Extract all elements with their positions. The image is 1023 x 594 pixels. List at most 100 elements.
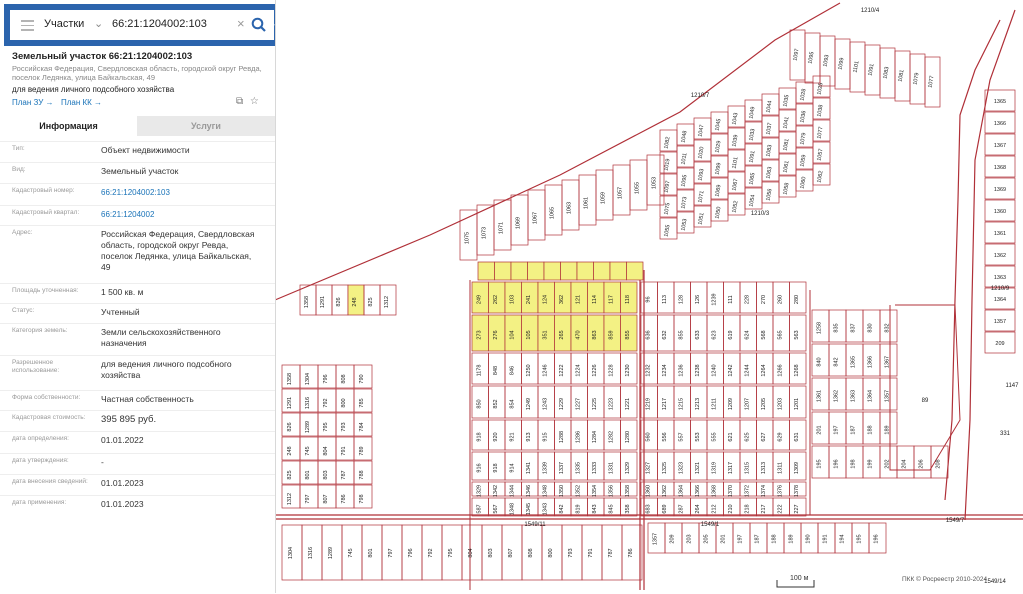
parcel-number-label: 1065 [550, 207, 556, 219]
parcel-number-label: 1213 [695, 398, 701, 410]
parcel-number-label: 1065 [748, 172, 756, 185]
parcel-number-label: 1101 [853, 60, 861, 73]
tab-services[interactable]: Услуги [137, 116, 275, 136]
parcel-number-label: 1073 [482, 227, 488, 239]
zoom-to-icon[interactable]: ⧉ [236, 96, 243, 107]
parcel-number-label: 801 [305, 470, 311, 479]
parcel-number-label: 1309 [794, 462, 800, 474]
collapse-panel-icon[interactable]: ‹ [274, 19, 275, 31]
parcel-number-label: 1221 [625, 398, 631, 410]
plan-zu-link[interactable]: План ЗУ → [12, 98, 54, 107]
parcel-number-label: 1366 [994, 121, 1006, 127]
scale-label: 100 м [790, 575, 809, 582]
parcel-number-label: 1228 [608, 364, 614, 376]
parcel-number-label: 1062 [816, 170, 824, 183]
parcel-number-label: 105 [526, 330, 532, 339]
parcel-highlighted[interactable] [609, 261, 627, 281]
info-value[interactable]: 66:21:1204002:103 [101, 187, 261, 198]
parcel-highlighted[interactable] [477, 261, 495, 281]
parcel-number-label: 128 [678, 295, 684, 304]
parcel-number-label: 786 [341, 494, 347, 503]
tab-info[interactable]: Информация [0, 116, 137, 136]
parcel-number-label: 1291 [320, 296, 326, 308]
parcel-number-label: 222 [777, 504, 783, 513]
parcel-number-label: 203 [687, 534, 693, 543]
info-value: для ведения личного подсобного хозяйства [101, 359, 232, 380]
parcel-number-label: 1312 [287, 493, 293, 505]
parcel-number-label: 788 [359, 470, 365, 479]
parcel-number-label: 126 [695, 295, 701, 304]
parcel-number-label: 1101 [732, 156, 740, 169]
parcel-number-label: 916 [476, 463, 482, 472]
parcel-number-label: 1337 [559, 462, 565, 474]
parcel-number-label: 797 [388, 548, 394, 557]
parcel-number-label: 195 [857, 534, 863, 543]
parcel-highlighted[interactable] [626, 261, 644, 281]
parcel-number-label: 195 [817, 459, 823, 468]
info-row: Кадастровый номер: 66:21:1204002:103 [0, 183, 275, 206]
parcel-number-label: 1025 [816, 82, 824, 95]
parcel-number-label: 1099 [714, 162, 722, 175]
parcel-highlighted[interactable] [510, 261, 528, 281]
parcel-number-label: 1055 [663, 224, 671, 237]
info-row: Кадастровый квартал: 66:21:1204002 [0, 205, 275, 226]
parcel-highlighted[interactable] [593, 261, 611, 281]
parcel-number-label: 1095 [807, 51, 815, 64]
parcel-number-label: 196 [874, 534, 880, 543]
parcel-number-label: 1210/4 [861, 8, 880, 14]
parcel-number-label: 1081 [897, 69, 905, 82]
parcel-number-label: 1282 [608, 431, 614, 443]
plan-kk-link[interactable]: План КК → [61, 98, 102, 107]
parcel-number-label: 1361 [817, 390, 823, 402]
parcel-number-label: 1225 [592, 398, 598, 410]
parcel-number-label: 627 [761, 432, 767, 441]
parcel-number-label: 1209 [728, 398, 734, 410]
close-icon[interactable]: × [237, 16, 245, 31]
search-input[interactable]: 66:21:1204002:103 [112, 18, 207, 30]
parcel-highlighted[interactable] [576, 261, 594, 281]
info-value: Земли сельскохозяйственного назначения [101, 327, 221, 348]
parcel-number-label: 1350 [559, 485, 565, 497]
info-value: 01.01.2023 [101, 499, 144, 509]
parcel-number-label: 351 [542, 330, 548, 339]
parcel-number-label: 1055 [635, 182, 641, 194]
parcel-number-label: 117 [608, 295, 614, 304]
parcel-number-label: 1051 [697, 212, 705, 225]
parcel-highlighted[interactable] [560, 261, 578, 281]
parcel-number-label: 1242 [728, 364, 734, 376]
parcel-number-label: 276 [493, 330, 499, 339]
parcel-number-label: 228 [744, 295, 750, 304]
parcel-number-label: 918 [493, 463, 499, 472]
panel-tabs: Информация Услуги [0, 116, 275, 136]
parcel-number-label: 1215 [678, 398, 684, 410]
chevron-down-icon[interactable]: ⌄ [94, 17, 103, 30]
parcel-highlighted[interactable] [543, 261, 561, 281]
parcel-number-label: 1048 [680, 130, 688, 143]
parcel-number-label: 188 [772, 534, 778, 543]
parcel-number-label: 1268 [794, 364, 800, 376]
menu-icon[interactable] [21, 20, 34, 31]
parcel-number-label: 792 [428, 548, 434, 557]
parcel-number-label: 1323 [678, 462, 684, 474]
parcel-number-label: 194 [840, 534, 846, 543]
parcel-number-label: 1210/7 [691, 93, 710, 99]
star-icon[interactable]: ☆ [250, 96, 259, 107]
parcel-number-label: 1352 [575, 485, 581, 497]
parcel-number-label: 470 [575, 330, 581, 339]
search-icon[interactable] [250, 16, 268, 34]
info-label: Площадь уточненная: [12, 287, 79, 294]
parcel-number-label: 1362 [994, 253, 1006, 259]
parcel-number-label: 797 [305, 494, 311, 503]
parcel-number-label: 111 [728, 295, 734, 303]
layer-select[interactable]: Участки [44, 18, 84, 30]
parcel-number-label: 1075 [663, 202, 671, 215]
parcel-highlighted[interactable] [494, 261, 512, 281]
info-value[interactable]: 66:21:1204002 [101, 209, 261, 220]
parcel-number-label: 1366 [868, 356, 874, 368]
parcel-number-label: 785 [359, 398, 365, 407]
parcel-number-label: 198 [851, 459, 857, 468]
parcel-number-label: 190 [806, 534, 812, 543]
parcel-highlighted[interactable] [527, 261, 545, 281]
parcel-number-label: 1367 [994, 143, 1006, 149]
parcel-number-label: 1345 [526, 503, 532, 515]
